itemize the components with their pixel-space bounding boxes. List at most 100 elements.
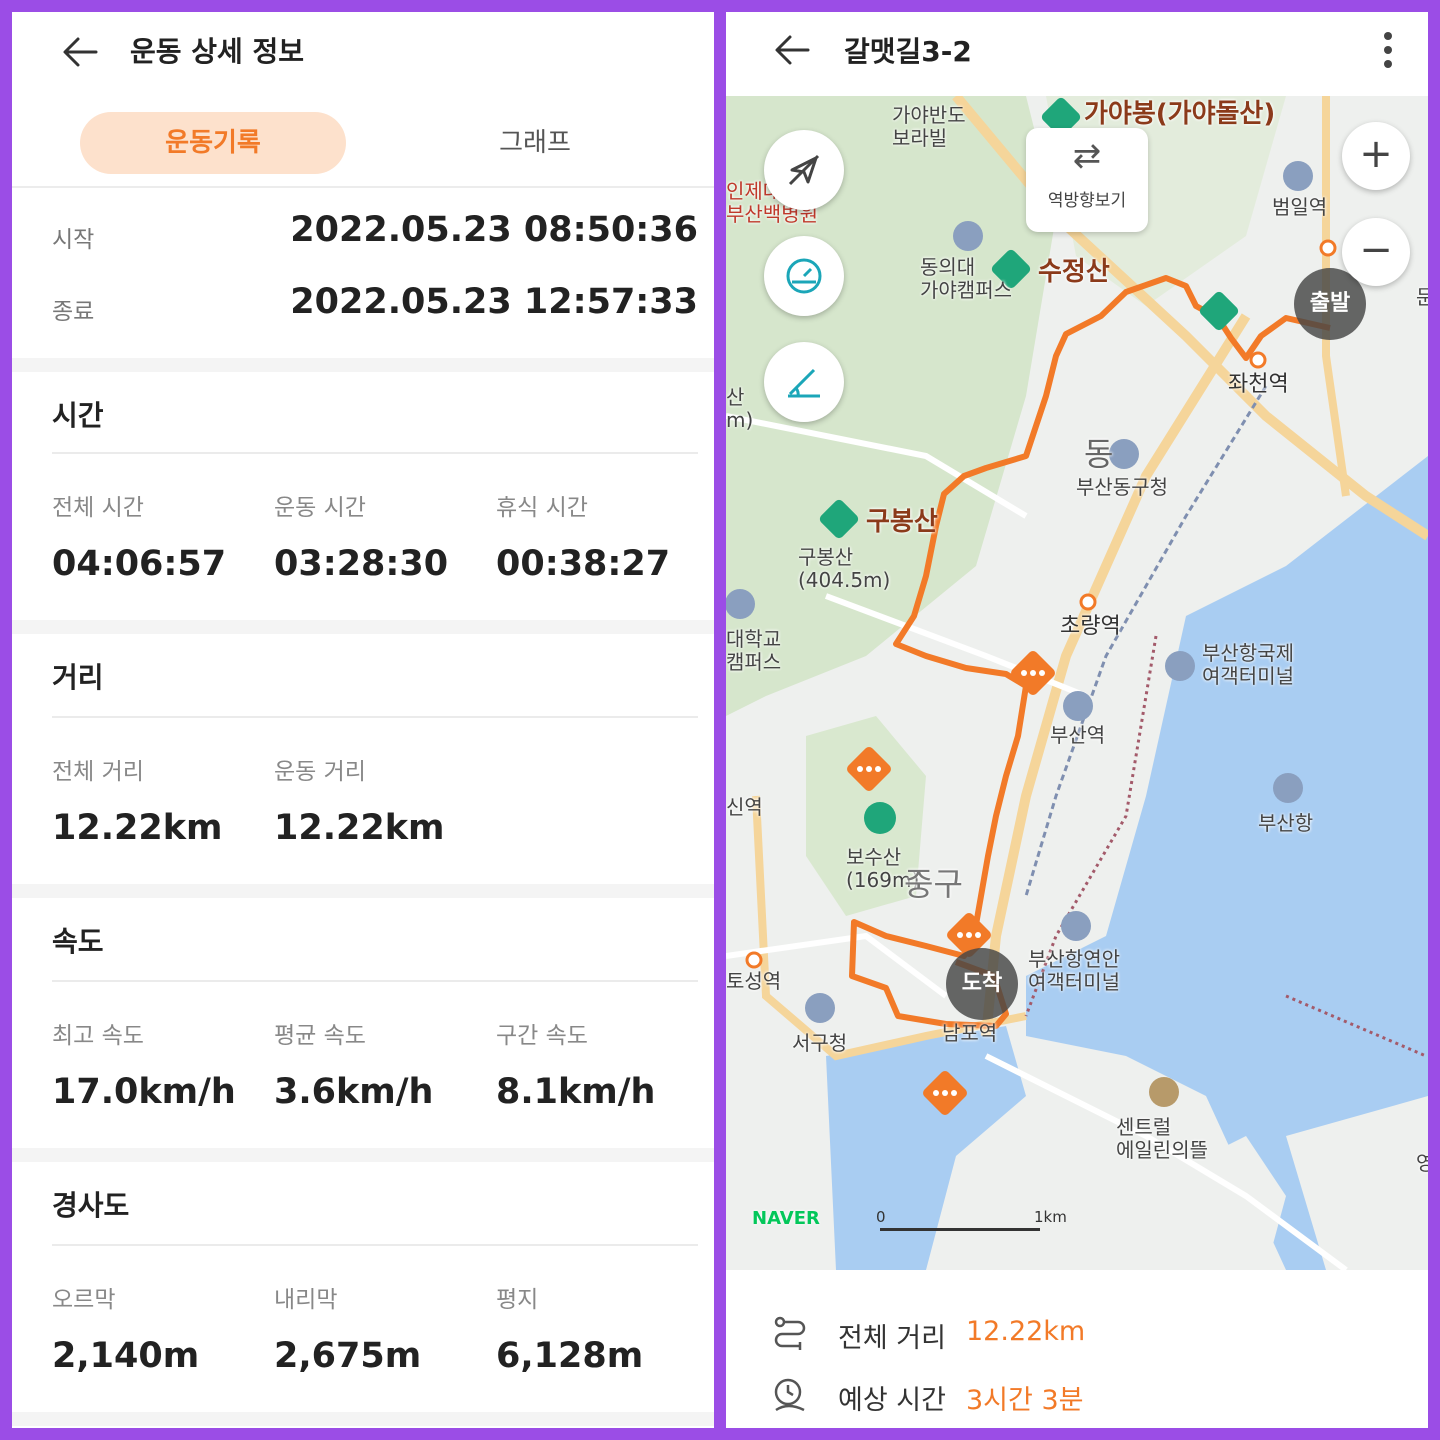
section-title-distance: 거리	[52, 661, 104, 694]
zoom-out-button[interactable]: −	[1342, 218, 1410, 286]
map-label: 부산항	[1258, 811, 1314, 835]
course-map-panel: 갈맷길3-2 가야반도 보라빌 가야봉(가야돌산) 인제대 부산백병원 범일역 …	[726, 12, 1428, 1428]
section-title-speed: 속도	[52, 925, 104, 958]
tab-graph[interactable]: 그래프	[402, 112, 668, 174]
reverse-direction-button[interactable]: ⇄ 역방향보기	[1026, 128, 1148, 232]
end-row: 종료 2022.05.23 12:57:33	[52, 282, 698, 332]
end-label: 종료	[52, 299, 95, 325]
course-title: 갈맷길3-2	[844, 35, 972, 68]
map-label: 부산항연안 여객터미널	[1028, 947, 1120, 994]
map-label: 동의대 가야캠퍼스	[920, 255, 1012, 302]
map-label: 부산항국제 여객터미널	[1202, 641, 1294, 688]
stat-value: 04:06:57	[52, 544, 227, 584]
stat-value: 03:28:30	[274, 544, 449, 584]
map-label: 동	[1084, 435, 1114, 473]
stat-label: 내리막	[274, 1287, 338, 1313]
scale-bar	[880, 1228, 1040, 1231]
naver-logo: NAVER	[752, 1208, 820, 1229]
estimated-time-row: 예상 시간 3시간 3분	[770, 1376, 1390, 1416]
stat-label: 휴식 시간	[496, 495, 588, 521]
tab-divider	[12, 186, 714, 188]
section-title-slope: 경사도	[52, 1189, 130, 1222]
section-divider	[52, 980, 698, 982]
stat-uphill: 오르막 2,140m	[52, 1280, 272, 1376]
stat-avg-speed: 평균 속도 3.6km/h	[274, 1016, 494, 1112]
stat-value: 17.0km/h	[52, 1072, 236, 1112]
route-map[interactable]: 가야반도 보라빌 가야봉(가야돌산) 인제대 부산백병원 범일역 동의대 가야캠퍼스 …	[726, 96, 1428, 1270]
total-distance-row: 전체 거리 12.22km	[770, 1314, 1390, 1354]
workout-detail-panel: 운동 상세 정보 운동기록 그래프 시작 2022.05.23 08:50:36…	[12, 12, 714, 1428]
section-divider	[52, 1244, 698, 1246]
stat-value: 12.22km	[52, 808, 223, 848]
route-icon	[774, 1316, 806, 1350]
header: 갈맷길3-2	[726, 12, 1428, 96]
section-gap	[12, 1148, 714, 1162]
stat-downhill: 내리막 2,675m	[274, 1280, 494, 1376]
tracking-off-button[interactable]	[764, 130, 844, 210]
stat-max-speed: 최고 속도 17.0km/h	[52, 1016, 272, 1112]
estimated-time-value: 3시간 3분	[966, 1385, 1084, 1416]
start-row: 시작 2022.05.23 08:50:36	[52, 210, 698, 260]
total-distance-label: 전체 거리	[838, 1323, 946, 1354]
map-label: 신역	[726, 795, 763, 819]
speed-button[interactable]	[764, 236, 844, 316]
stat-workout-distance: 운동 거리 12.22km	[274, 752, 494, 848]
map-label: 초량역	[1060, 614, 1121, 639]
stat-value: 2,140m	[52, 1336, 200, 1376]
map-label: 가야봉(가야돌산)	[1084, 99, 1276, 129]
estimated-time-label: 예상 시간	[838, 1385, 946, 1416]
stat-rest-time: 휴식 시간 00:38:27	[496, 488, 714, 584]
stat-label: 전체 시간	[52, 495, 144, 521]
swap-arrows-icon: ⇄	[1072, 136, 1102, 176]
zoom-in-button[interactable]: +	[1342, 122, 1410, 190]
slope-icon	[788, 368, 820, 398]
stat-workout-time: 운동 시간 03:28:30	[274, 488, 494, 584]
speedometer-icon	[786, 258, 822, 294]
tab-workout-record[interactable]: 운동기록	[80, 112, 346, 174]
clock-walk-icon	[774, 1378, 805, 1412]
section-title-time: 시간	[52, 399, 104, 432]
map-label: 산 m)	[726, 385, 754, 432]
slope-button[interactable]	[764, 342, 844, 422]
map-label: 가야반도 보라빌	[892, 103, 966, 150]
map-label: 수정산	[1038, 257, 1110, 287]
map-label: 중구	[904, 865, 963, 903]
total-distance-value: 12.22km	[966, 1316, 1086, 1347]
section-gap	[12, 1412, 714, 1426]
stat-value: 12.22km	[274, 808, 445, 848]
stat-total-time: 전체 시간 04:06:57	[52, 488, 272, 584]
tab-bar: 운동기록 그래프	[12, 108, 714, 188]
reverse-label: 역방향보기	[1047, 191, 1127, 211]
stat-label: 오르막	[52, 1287, 116, 1313]
stat-label: 운동 거리	[274, 759, 366, 785]
section-gap	[12, 620, 714, 634]
map-label: 좌천역	[1228, 372, 1289, 397]
stat-value: 6,128m	[496, 1336, 644, 1376]
stat-value: 2,675m	[274, 1336, 422, 1376]
end-pin[interactable]: 도착	[946, 948, 1018, 1020]
stat-flat: 평지 6,128m	[496, 1280, 714, 1376]
stat-label: 운동 시간	[274, 495, 366, 521]
stat-label: 구간 속도	[496, 1023, 588, 1049]
back-arrow-icon[interactable]	[772, 30, 812, 70]
stat-label: 전체 거리	[52, 759, 144, 785]
section-gap	[12, 358, 714, 372]
stat-value: 3.6km/h	[274, 1072, 434, 1112]
start-label: 시작	[52, 227, 95, 253]
stat-value: 8.1km/h	[496, 1072, 656, 1112]
end-value: 2022.05.23 12:57:33	[290, 282, 698, 322]
stat-value: 00:38:27	[496, 544, 671, 584]
map-scale: 0 1km	[876, 1208, 1067, 1238]
map-label: 구봉산	[866, 507, 938, 537]
location-off-icon	[788, 154, 820, 186]
section-divider	[52, 452, 698, 454]
map-label: 서구청	[792, 1031, 848, 1055]
scale-end: 1km	[1034, 1208, 1067, 1226]
back-arrow-icon[interactable]	[60, 32, 100, 72]
route-summary: 전체 거리 12.22km 예상 시간 3시간 3분	[726, 1270, 1428, 1428]
more-options-icon[interactable]	[1378, 28, 1398, 72]
stat-total-distance: 전체 거리 12.22km	[52, 752, 272, 848]
map-label: 부산역	[1050, 723, 1106, 747]
map-label: 구봉산 (404.5m)	[798, 545, 891, 592]
stat-label: 최고 속도	[52, 1023, 144, 1049]
